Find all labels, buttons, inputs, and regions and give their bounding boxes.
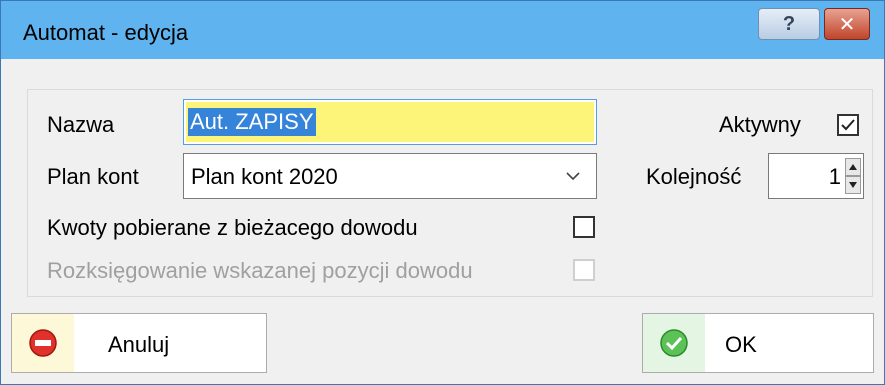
help-button[interactable]: ?	[758, 8, 820, 40]
ok-icon-area	[643, 314, 705, 372]
cancel-icon-area	[12, 314, 74, 372]
help-icon: ?	[782, 12, 796, 35]
ok-button-label: OK	[725, 332, 757, 357]
kwoty-label: Kwoty pobierane z bieżacego dowodu	[47, 215, 418, 240]
chevron-down-icon	[566, 172, 580, 181]
close-button[interactable]: ✕	[824, 8, 870, 40]
window-title: Automat - edycja	[23, 20, 189, 45]
plan-kont-label: Plan kont	[47, 164, 139, 189]
cancel-button-label: Anuluj	[108, 332, 170, 357]
check-circle-icon	[660, 329, 688, 357]
title-bar[interactable]: Automat - edycja ? ✕	[1, 1, 884, 59]
rozksiegowanie-label: Rozksięgowanie wskazanej pozycji dowodu	[47, 258, 473, 283]
plan-kont-value: Plan kont 2020	[191, 164, 338, 189]
no-entry-icon	[29, 329, 57, 357]
aktywny-label: Aktywny	[719, 112, 801, 137]
ok-button[interactable]: OK	[642, 313, 874, 373]
close-icon: ✕	[838, 13, 856, 36]
nazwa-input[interactable]: Aut. ZAPISY	[183, 99, 597, 145]
spin-up-button[interactable]	[845, 158, 861, 176]
nazwa-input-value: Aut. ZAPISY	[188, 108, 316, 136]
nazwa-label: Nazwa	[47, 112, 115, 137]
triangle-down-icon	[849, 182, 857, 188]
rozksiegowanie-checkbox[interactable]	[573, 259, 595, 281]
aktywny-checkbox[interactable]	[837, 114, 859, 136]
triangle-up-icon	[849, 164, 857, 170]
kolejnosc-value: 1	[828, 164, 841, 189]
checkmark-icon	[841, 119, 855, 131]
kolejnosc-label: Kolejność	[646, 164, 742, 189]
spin-down-button[interactable]	[845, 176, 861, 194]
kwoty-checkbox[interactable]	[573, 216, 595, 238]
cancel-button[interactable]: Anuluj	[11, 313, 267, 373]
kolejnosc-spinner[interactable]: 1	[768, 153, 864, 199]
dialog-window: Automat - edycja ? ✕ Nazwa Aut. ZAPISY A…	[0, 0, 885, 385]
plan-kont-select[interactable]: Plan kont 2020	[183, 153, 597, 199]
